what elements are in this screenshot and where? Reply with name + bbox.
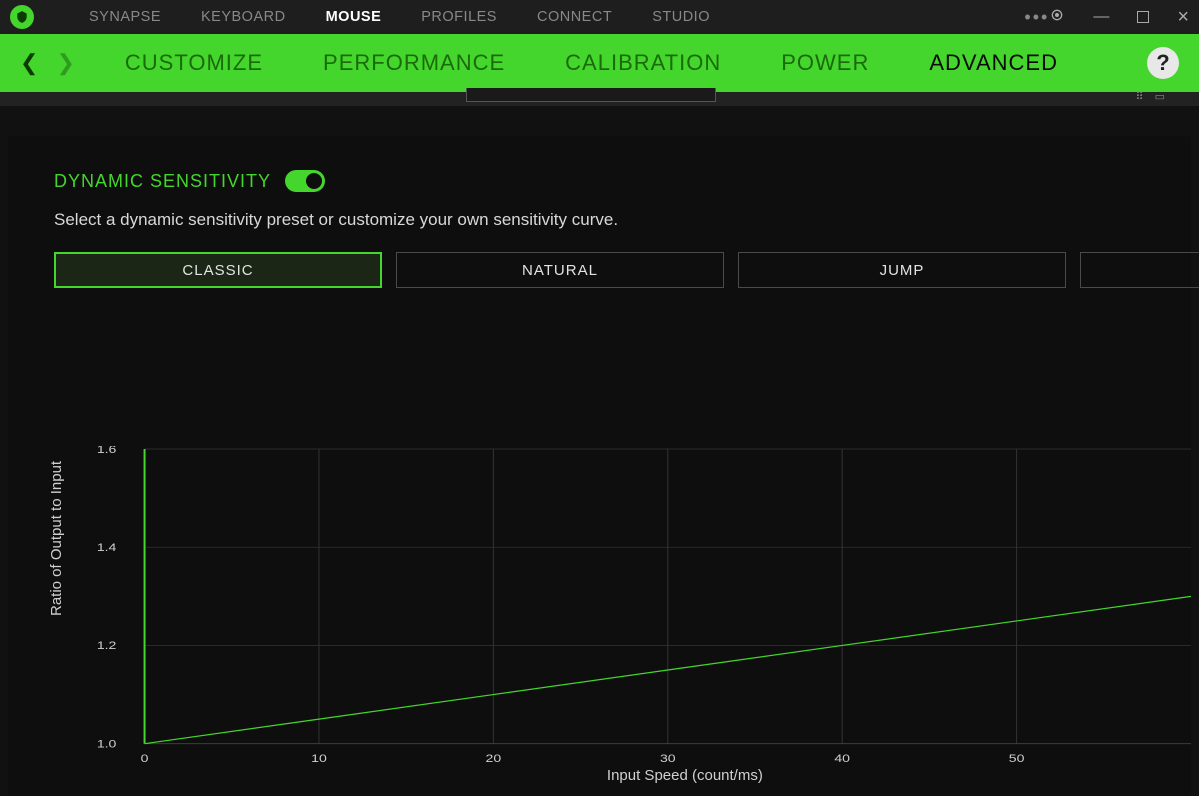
app-more-icon[interactable]: ••• [1024,7,1049,28]
dynamic-sensitivity-toggle[interactable] [285,170,325,192]
minimize-icon[interactable]: — [1093,8,1109,26]
svg-text:1.0: 1.0 [97,738,117,750]
sensitivity-chart[interactable]: Ratio of Output to Input Input Speed (co… [54,446,1191,786]
app-tab-keyboard[interactable]: KEYBOARD [201,9,286,25]
settings-icon[interactable] [1049,7,1065,28]
preset-button-extra[interactable] [1080,252,1199,288]
section-description: Select a dynamic sensitivity preset or c… [54,210,1145,230]
svg-text:1.6: 1.6 [97,446,117,455]
sub-tab-customize[interactable]: CUSTOMIZE [125,50,263,76]
app-title-bar: SYNAPSE KEYBOARD MOUSE PROFILES CONNECT STUDI… [0,0,1199,34]
app-tab-connect[interactable]: CONNECT [537,9,612,25]
app-tab-studio[interactable]: STUDIO [652,9,710,25]
preset-button-natural[interactable]: NATURAL [396,252,724,288]
app-tab-synapse[interactable]: SYNAPSE [89,9,161,25]
svg-text:50: 50 [1009,752,1025,764]
preset-button-classic[interactable]: CLASSIC [54,252,382,288]
sub-tab-calibration[interactable]: CALIBRATION [565,50,721,76]
svg-text:1.2: 1.2 [97,640,117,652]
advanced-panel: DYNAMIC SENSITIVITY Select a dynamic sen… [8,136,1191,796]
app-logo-icon [10,5,34,29]
chart-x-label: Input Speed (count/ms) [607,767,763,784]
preset-button-jump[interactable]: JUMP [738,252,1066,288]
svg-text:0: 0 [141,752,149,764]
maximize-icon[interactable] [1137,11,1149,23]
svg-text:1.4: 1.4 [97,542,117,554]
nav-forward-icon[interactable]: ❯ [56,50,74,76]
profile-select-stub[interactable] [466,88,716,102]
linked-devices-icon[interactable]: ⠿ ▭ [1135,90,1169,103]
app-tab-profiles[interactable]: PROFILES [421,9,497,25]
close-icon[interactable]: × [1177,6,1189,29]
sub-tab-performance[interactable]: PERFORMANCE [323,50,505,76]
sub-navigation-bar: ❮ ❯ CUSTOMIZE PERFORMANCE CALIBRATION POWER… [0,34,1199,92]
svg-text:10: 10 [311,752,327,764]
sub-tab-advanced[interactable]: ADVANCED [929,50,1058,76]
svg-text:20: 20 [486,752,502,764]
svg-text:30: 30 [660,752,676,764]
sub-tab-power[interactable]: POWER [781,50,869,76]
app-tab-mouse[interactable]: MOUSE [326,9,382,25]
context-toolbar: ⠿ ▭ [0,92,1199,106]
section-title: DYNAMIC SENSITIVITY [54,171,271,192]
help-button[interactable]: ? [1147,47,1179,79]
nav-back-icon[interactable]: ❮ [20,50,38,76]
chart-y-label: Ratio of Output to Input [48,461,65,616]
svg-text:40: 40 [834,752,850,764]
